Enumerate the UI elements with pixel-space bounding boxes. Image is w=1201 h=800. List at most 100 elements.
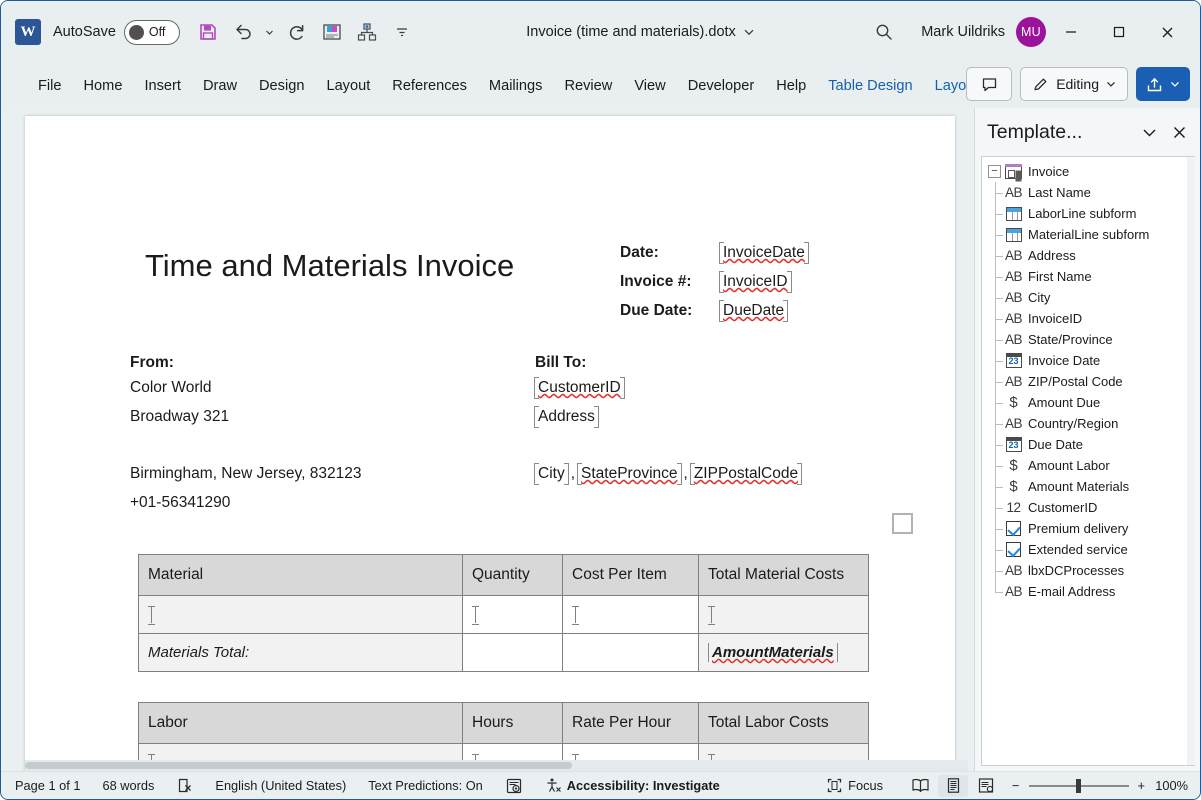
tree-item[interactable]: MaterialLine subform (982, 224, 1195, 245)
status-text-predictions[interactable]: Text Predictions: On (368, 778, 483, 793)
tab-layout[interactable]: Layout (315, 73, 381, 99)
share-button[interactable] (1136, 67, 1190, 101)
tree-item[interactable]: AB lbxDCProcesses (982, 560, 1195, 581)
tree-scrollbar[interactable] (1187, 157, 1195, 765)
tree-item[interactable]: AB InvoiceID (982, 308, 1195, 329)
tree-item[interactable]: Extended service (982, 539, 1195, 560)
tree-item[interactable]: AB City (982, 287, 1195, 308)
from-city-state-zip[interactable]: Birmingham, New Jersey, 832123 (130, 465, 361, 494)
close-button[interactable] (1144, 12, 1190, 52)
addin-icon[interactable] (316, 16, 348, 48)
tab-design[interactable]: Design (248, 73, 315, 99)
materials-entry-cost[interactable] (562, 595, 699, 634)
zoom-slider[interactable] (1028, 778, 1129, 793)
tree-item[interactable]: AB ZIP/Postal Code (982, 371, 1195, 392)
status-language[interactable]: English (United States) (215, 778, 346, 793)
checkbox-content-control[interactable] (892, 513, 913, 534)
autosave-toggle[interactable]: Off (123, 19, 180, 45)
materials-entry-total[interactable] (698, 595, 869, 634)
tree-item[interactable]: LaborLine subform (982, 203, 1195, 224)
user-name[interactable]: Mark Uildriks (921, 24, 1005, 40)
tree-item[interactable]: AB First Name (982, 266, 1195, 287)
chevron-down-icon[interactable] (1136, 119, 1162, 145)
tab-table-design[interactable]: Table Design (817, 73, 923, 99)
save-icon[interactable] (192, 16, 224, 48)
view-read-mode-button[interactable] (905, 775, 935, 797)
document-canvas[interactable]: Time and Materials Invoice Date: Invoice… (1, 108, 974, 771)
tree-item[interactable]: Premium delivery (982, 518, 1195, 539)
tab-file[interactable]: File (27, 73, 73, 99)
horizontal-scrollbar[interactable] (25, 760, 968, 771)
from-phone[interactable]: +01-56341290 (130, 494, 361, 523)
zoom-in-button[interactable]: + (1138, 778, 1145, 793)
materials-total-blank-2[interactable] (562, 633, 699, 672)
tab-draw[interactable]: Draw (192, 73, 248, 99)
table-row[interactable]: Materials Total: AmountMaterials (138, 633, 869, 672)
avatar[interactable]: MU (1016, 17, 1046, 47)
comments-button[interactable] (966, 67, 1013, 101)
tab-references[interactable]: References (381, 73, 478, 99)
state-province-field[interactable]: StateProvince (577, 463, 682, 485)
tree-item[interactable]: $ Amount Due (982, 392, 1195, 413)
customize-qat-icon[interactable] (386, 16, 418, 48)
due-date-field[interactable]: DueDate (718, 300, 789, 322)
editor-icon[interactable] (505, 777, 523, 795)
customer-id-field[interactable]: CustomerID (535, 379, 624, 396)
materials-total-blank-1[interactable] (462, 633, 563, 672)
from-company[interactable]: Color World (130, 379, 361, 408)
template-field-tree[interactable]: − Invoice AB Last Name LaborLine subform Ma… (981, 156, 1195, 766)
undo-icon[interactable] (227, 16, 259, 48)
tree-item[interactable]: 12 CustomerID (982, 497, 1195, 518)
materials-total-value-cell[interactable]: AmountMaterials (698, 633, 869, 672)
proofing-errors-icon[interactable] (176, 777, 193, 794)
invoice-id-field[interactable]: InvoiceID (719, 271, 792, 293)
tree-root-invoice[interactable]: − Invoice (982, 161, 1195, 182)
maximize-button[interactable] (1096, 12, 1142, 52)
address-field[interactable]: Address (535, 408, 598, 425)
amount-materials-field[interactable]: AmountMaterials (708, 643, 838, 662)
search-icon[interactable] (863, 16, 905, 48)
table-row[interactable] (138, 595, 869, 634)
tree-item[interactable]: $ Amount Labor (982, 455, 1195, 476)
collapse-expander-icon[interactable]: − (988, 165, 1001, 178)
city-field[interactable]: City (534, 463, 569, 485)
close-icon[interactable] (1166, 119, 1192, 145)
tab-help[interactable]: Help (765, 73, 817, 99)
tab-view[interactable]: View (623, 73, 676, 99)
invoice-date-field[interactable]: InvoiceDate (719, 242, 809, 264)
zoom-control[interactable]: − + 100% (1012, 778, 1188, 793)
editing-mode-button[interactable]: Editing (1020, 67, 1128, 101)
tree-item[interactable]: $ Amount Materials (982, 476, 1195, 497)
document-title-area[interactable]: Invoice (time and materials).dotx (418, 24, 863, 40)
share-chevron-icon[interactable] (1170, 79, 1180, 89)
tab-review[interactable]: Review (553, 73, 623, 99)
document-page[interactable]: Time and Materials Invoice Date: Invoice… (25, 116, 955, 771)
hierarchy-icon[interactable] (351, 16, 383, 48)
tree-item[interactable]: AB Address (982, 245, 1195, 266)
tab-insert[interactable]: Insert (133, 73, 192, 99)
status-word-count[interactable]: 68 words (102, 778, 154, 793)
tab-developer[interactable]: Developer (677, 73, 766, 99)
view-web-layout-button[interactable] (971, 775, 1001, 797)
tree-item[interactable]: AB Country/Region (982, 413, 1195, 434)
tree-item[interactable]: AB Last Name (982, 182, 1195, 203)
tree-item[interactable]: 23 Due Date (982, 434, 1195, 455)
zip-postal-code-field[interactable]: ZIPPostalCode (689, 463, 803, 485)
zoom-level[interactable]: 100% (1154, 778, 1188, 793)
tab-home[interactable]: Home (73, 73, 134, 99)
from-street[interactable]: Broadway 321 (130, 408, 361, 437)
status-accessibility[interactable]: Accessibility: Investigate (545, 777, 720, 794)
redo-icon[interactable] (281, 16, 313, 48)
document-title-chevron-icon[interactable] (743, 26, 755, 38)
tree-item[interactable]: 23 Invoice Date (982, 350, 1195, 371)
materials-entry-quantity[interactable] (462, 595, 563, 634)
materials-entry-material[interactable] (138, 595, 463, 634)
undo-dropdown-icon[interactable] (262, 16, 278, 48)
focus-button[interactable]: Focus (826, 777, 883, 794)
tree-item[interactable]: AB State/Province (982, 329, 1195, 350)
tree-item[interactable]: AB E-mail Address (982, 581, 1195, 602)
zoom-slider-thumb[interactable] (1075, 778, 1081, 793)
tab-mailings[interactable]: Mailings (478, 73, 554, 99)
zoom-out-button[interactable]: − (1012, 778, 1019, 793)
view-print-layout-button[interactable] (938, 774, 969, 797)
